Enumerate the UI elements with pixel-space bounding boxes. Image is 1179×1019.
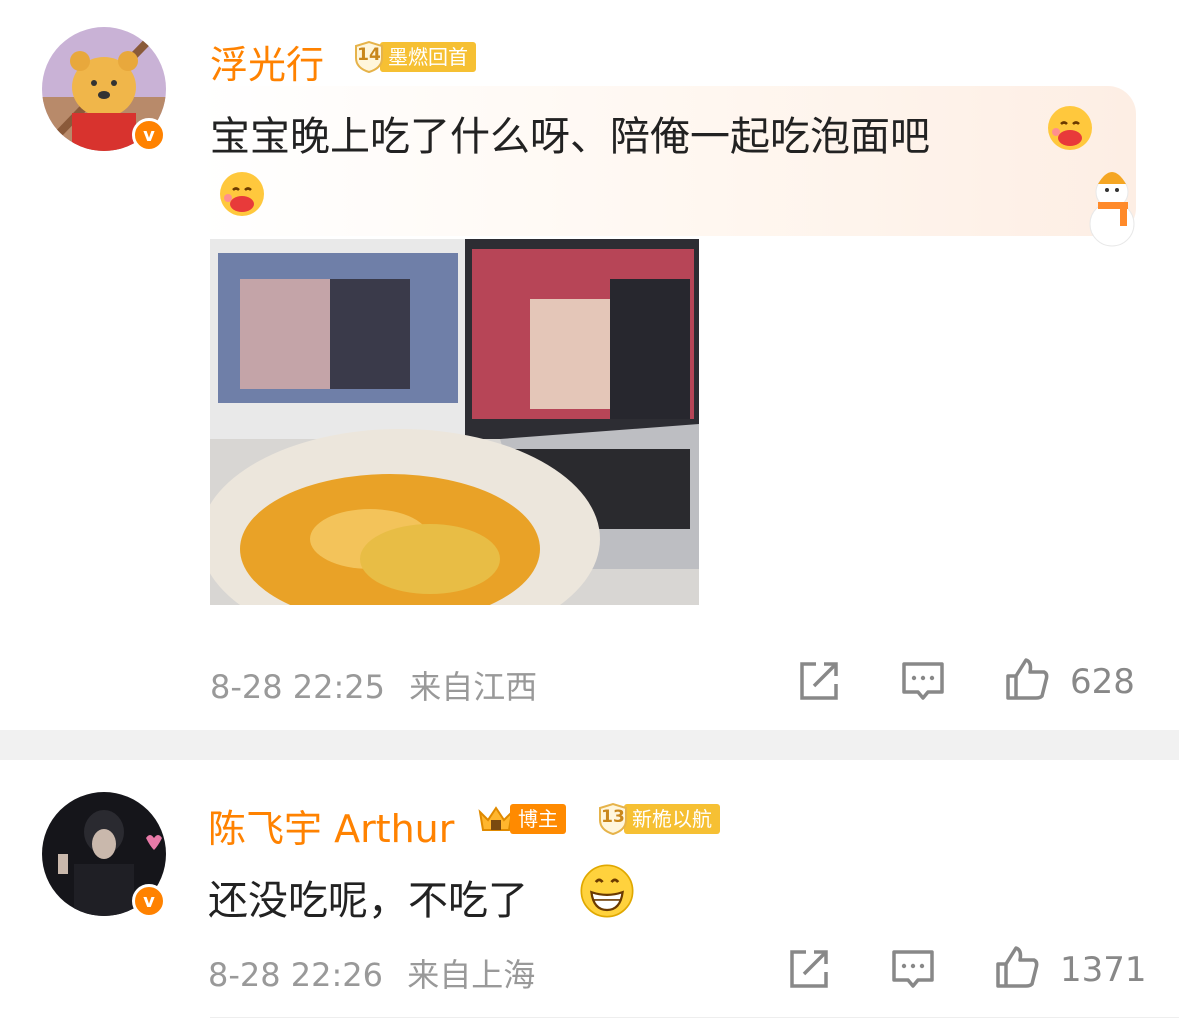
comment-time: 8-28 22:25 (210, 668, 386, 706)
username[interactable]: 陈飞宇 Arthur (208, 798, 454, 853)
username[interactable]: 浮光行 (210, 34, 324, 89)
level-badge[interactable]: 13 新桅以航 (596, 802, 720, 836)
level-shield-icon: 14 (352, 40, 386, 74)
hug-face-emoji (1048, 106, 1092, 150)
level-number: 13 (601, 807, 625, 827)
level-badge[interactable]: 14 墨燃回首 (352, 40, 476, 74)
level-number: 14 (357, 45, 381, 65)
comment-location: 来自江西 (409, 668, 538, 706)
hug-face-emoji (220, 172, 264, 216)
snowman-decoration (1089, 172, 1135, 247)
comment-icon[interactable] (890, 946, 936, 992)
like-count: 1371 (1060, 950, 1147, 990)
like-icon[interactable] (994, 944, 1040, 990)
comment-text: 还没吃呢，不吃了 (208, 878, 528, 924)
comment-icon[interactable] (900, 658, 946, 704)
author-badge[interactable]: 博主 (476, 802, 566, 836)
verified-badge: v (132, 884, 166, 918)
author-label: 博主 (510, 804, 566, 834)
level-title: 新桅以航 (624, 804, 720, 834)
grin-face-emoji (580, 864, 634, 918)
bottom-divider (210, 1017, 1179, 1018)
like-count: 628 (1070, 662, 1135, 702)
level-shield-icon: 13 (596, 802, 630, 836)
comment-photo[interactable] (210, 239, 699, 605)
level-title: 墨燃回首 (380, 42, 476, 72)
comment-item: v 陈飞宇 Arthur 博主 13 新桅以航 还没吃呢，不吃了 8-28 22… (0, 760, 1179, 1019)
like-icon[interactable] (1004, 656, 1050, 702)
comment-item: v 浮光行 14 墨燃回首 宝宝晚上吃了什么呀、陪俺一起吃泡面吧 8-28 22… (0, 0, 1179, 730)
comment-timestamp: 8-28 22:26 来自上海 (208, 950, 535, 996)
comment-divider (0, 730, 1179, 760)
comment-text: 宝宝晚上吃了什么呀、陪俺一起吃泡面吧 (210, 114, 930, 160)
verified-badge: v (132, 118, 166, 152)
comment-timestamp: 8-28 22:25 来自江西 (210, 662, 537, 708)
comment-location: 来自上海 (407, 956, 536, 994)
repost-icon[interactable] (786, 946, 832, 992)
comment-time: 8-28 22:26 (208, 956, 384, 994)
repost-icon[interactable] (796, 658, 842, 704)
